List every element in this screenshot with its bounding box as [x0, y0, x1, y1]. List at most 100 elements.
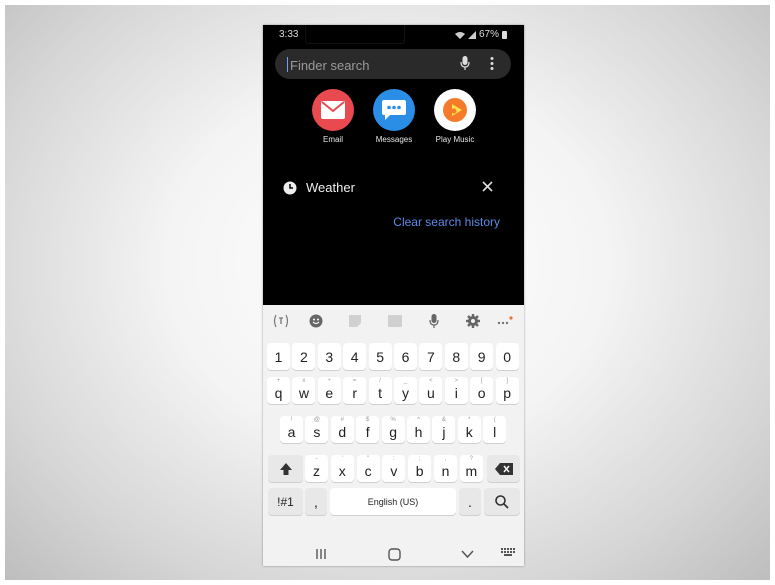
email-icon — [312, 89, 354, 131]
messages-icon — [373, 89, 415, 131]
key-hint: / — [379, 378, 381, 384]
letter-key-9[interactable]: ] p — [495, 377, 519, 404]
key-label: t — [378, 384, 383, 401]
number-key-1[interactable]: 2 — [292, 343, 316, 370]
key-label: 6 — [401, 348, 410, 365]
letter-key-4[interactable]: % g — [381, 416, 405, 443]
letter-key-5[interactable]: ,n — [434, 455, 457, 482]
period-key[interactable]: . — [459, 488, 481, 515]
sticker-icon[interactable] — [345, 313, 365, 329]
number-key-6[interactable]: 7 — [419, 343, 443, 370]
number-key-0[interactable]: 1 — [267, 343, 290, 370]
more-options-icon[interactable] — [490, 56, 494, 71]
close-icon[interactable] — [482, 181, 493, 192]
key-label: x — [338, 462, 346, 479]
more-tools-icon[interactable] — [495, 313, 515, 329]
number-key-4[interactable]: 5 — [368, 343, 392, 370]
letter-key-6[interactable]: & j — [432, 416, 456, 443]
letter-key-4[interactable]: ; b — [408, 455, 432, 482]
letter-key-2[interactable]: " c — [356, 455, 380, 482]
search-key[interactable] — [484, 488, 520, 515]
key-label: i — [454, 384, 458, 401]
letter-key-1[interactable]: ' x — [330, 455, 354, 482]
key-label: c — [364, 462, 372, 479]
number-key-7[interactable]: 8 — [444, 343, 468, 370]
key-label: 3 — [325, 348, 334, 365]
recent-apps-icon[interactable] — [315, 548, 327, 560]
history-text: Weather — [306, 180, 355, 195]
finder-search-bar[interactable] — [275, 49, 511, 79]
keyboard-switch-icon[interactable] — [501, 548, 515, 558]
app-play-music[interactable]: Play Music — [427, 89, 483, 144]
microphone-icon[interactable] — [460, 56, 470, 71]
letter-key-0[interactable]: ! a — [280, 416, 303, 443]
key-label: s — [313, 423, 321, 440]
key-label: w — [298, 384, 309, 401]
gif-icon[interactable] — [385, 313, 405, 329]
app-label-play-music: Play Music — [435, 135, 475, 144]
letter-key-2[interactable]: # d — [330, 416, 354, 443]
number-key-2[interactable]: 3 — [317, 343, 341, 370]
search-history-item[interactable]: Weather — [263, 175, 524, 203]
key-label: m — [465, 462, 478, 479]
voice-input-icon[interactable] — [424, 313, 444, 329]
letter-key-6[interactable]: < u — [419, 377, 443, 404]
key-hint: # — [340, 417, 344, 423]
letter-key-7[interactable]: * k — [457, 416, 481, 443]
symbols-key[interactable]: !#1 — [268, 488, 303, 515]
key-label: e — [325, 384, 334, 401]
keyboard-toolbar — [263, 305, 524, 335]
letter-key-5[interactable]: ^ h — [407, 416, 430, 443]
status-bar: 3:33 67% — [263, 25, 524, 45]
status-time: 3:33 — [279, 29, 299, 40]
key-label: f — [365, 423, 370, 440]
number-key-9[interactable]: 0 — [495, 343, 519, 370]
signal-icon — [467, 30, 476, 39]
key-label: n — [441, 462, 450, 479]
clear-search-history-link[interactable]: Clear search history — [393, 215, 500, 229]
hide-keyboard-icon[interactable] — [461, 548, 474, 560]
search-input[interactable] — [288, 54, 452, 76]
letter-key-8[interactable]: [o — [470, 377, 494, 404]
letter-key-8[interactable]: (l — [483, 416, 507, 443]
letter-key-3[interactable]: :v — [382, 455, 406, 482]
app-messages[interactable]: Messages — [366, 89, 422, 144]
emoji-icon[interactable] — [306, 313, 326, 329]
letter-key-7[interactable]: > i — [444, 377, 468, 404]
letter-key-2[interactable]: ÷ e — [317, 377, 341, 404]
space-key[interactable]: English (US) — [330, 488, 456, 515]
number-key-3[interactable]: 4 — [343, 343, 367, 370]
letter-key-1[interactable]: @ s — [305, 416, 329, 443]
shift-key[interactable] — [268, 455, 303, 482]
letter-key-4[interactable]: / t — [368, 377, 392, 404]
key-label: 5 — [376, 348, 384, 365]
settings-gear-icon[interactable] — [463, 313, 483, 329]
key-hint: @ — [313, 417, 320, 423]
letter-key-6[interactable]: ? m — [459, 455, 483, 482]
app-email[interactable]: Email — [305, 89, 361, 144]
letter-key-3[interactable]: = r — [343, 377, 367, 404]
key-label: a — [287, 423, 296, 440]
key-hint: , — [444, 456, 447, 462]
number-key-5[interactable]: 6 — [394, 343, 417, 370]
letter-key-1[interactable]: xw — [292, 377, 316, 404]
text-cursor-control-icon[interactable] — [271, 313, 291, 329]
key-label: q — [274, 384, 283, 401]
key-label: b — [415, 462, 424, 479]
key-hint: ; — [418, 456, 421, 462]
comma-key[interactable]: , — [305, 488, 327, 515]
key-hint: ' — [341, 456, 343, 462]
shift-arrow-icon — [279, 462, 292, 475]
key-hint: [ — [480, 378, 483, 384]
number-key-8[interactable]: 9 — [470, 343, 494, 370]
key-label: k — [465, 423, 473, 440]
backspace-key[interactable] — [487, 455, 520, 482]
letter-key-5[interactable]: _ y — [394, 377, 417, 404]
letter-key-0[interactable]: + q — [267, 377, 290, 404]
letter-key-3[interactable]: $ f — [356, 416, 380, 443]
app-label-email: Email — [322, 135, 343, 144]
home-icon[interactable] — [388, 548, 401, 561]
key-label: d — [338, 423, 347, 440]
status-icons: 67% — [454, 29, 507, 40]
letter-key-0[interactable]: -z — [305, 455, 328, 482]
